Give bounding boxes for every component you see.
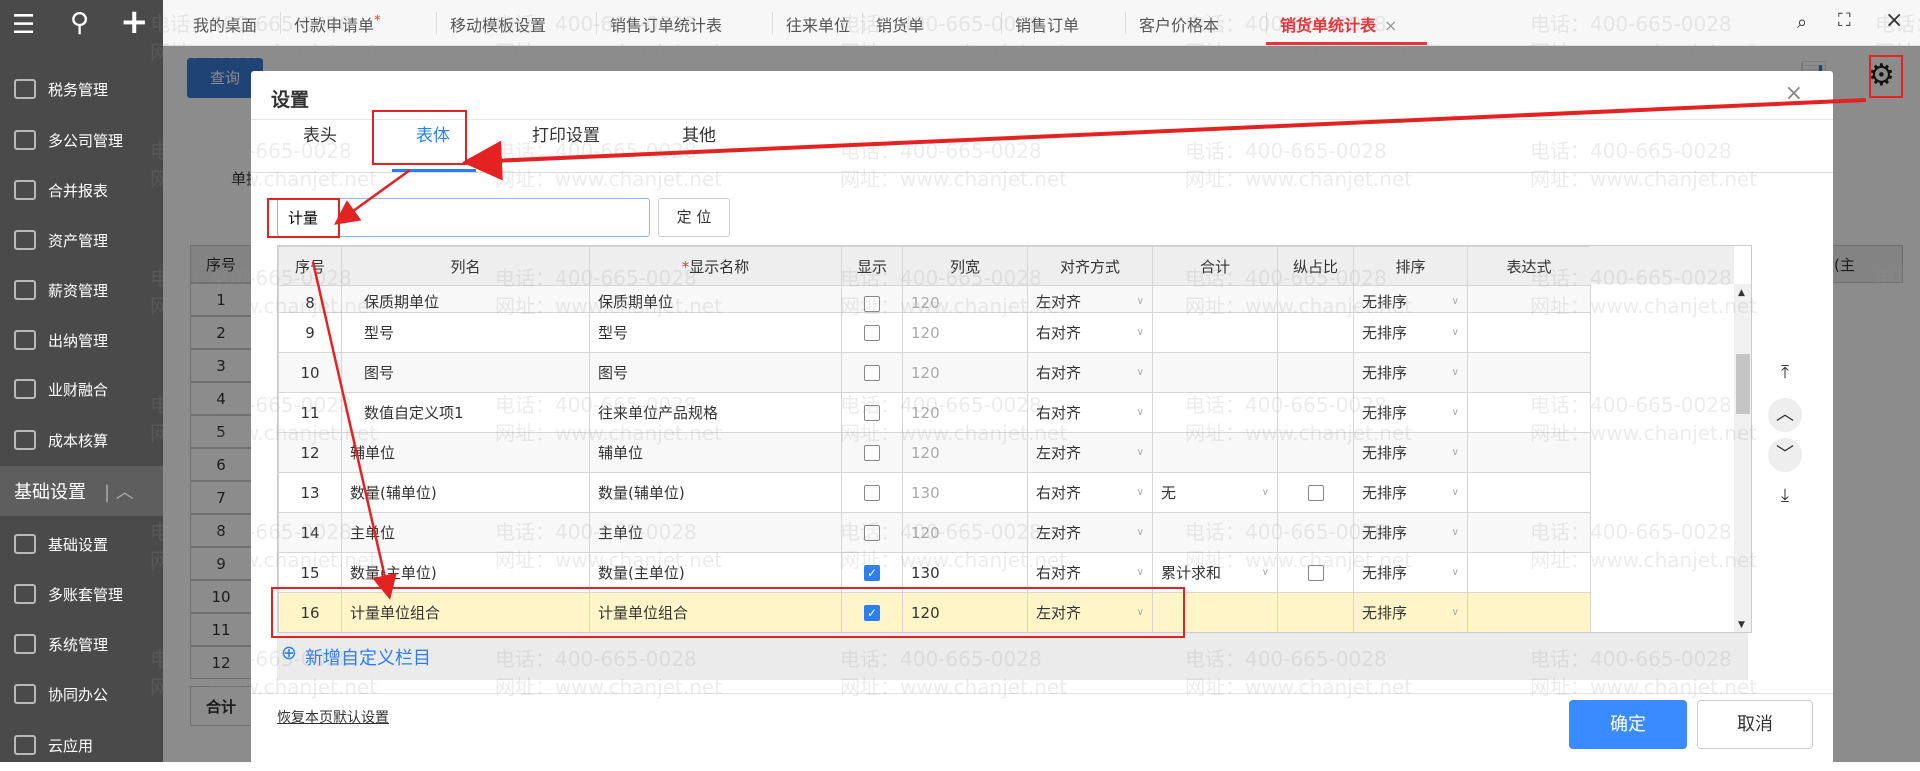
annotation-arrows <box>311 98 1867 600</box>
arrow-gear-to-tab <box>462 98 1867 181</box>
arrow-tab-to-search <box>333 168 411 225</box>
arrow-to-row16 <box>311 261 397 600</box>
